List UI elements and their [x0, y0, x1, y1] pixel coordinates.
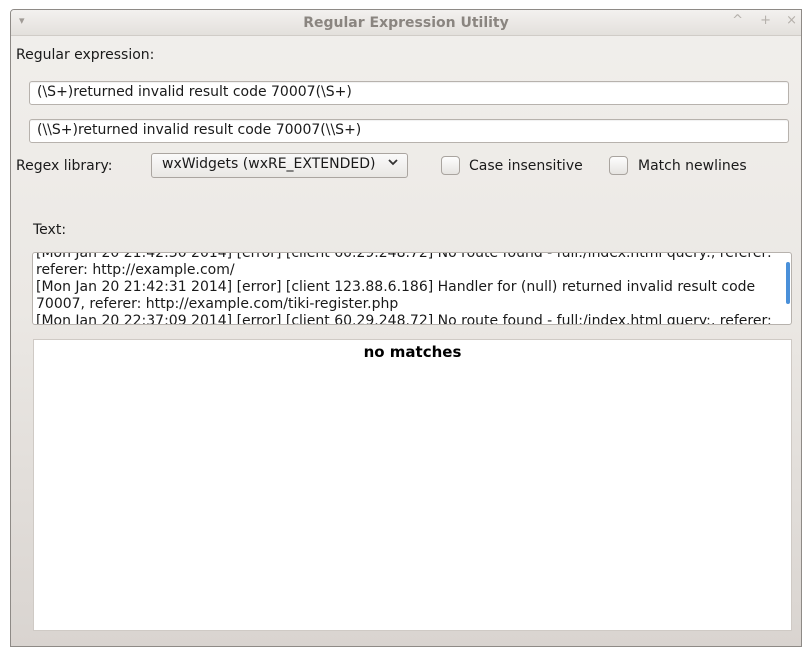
chevron-down-icon [387, 156, 399, 171]
text-line: [Mon Jan 20 22:37:09 2014] [error] [clie… [36, 313, 772, 325]
text-line: 70007, referer: http://example.com/tiki-… [36, 296, 399, 312]
text-line: [Mon Jan 20 21:42:30 2014] [error] [clie… [36, 252, 772, 261]
regex-label: Regular expression: [16, 47, 155, 63]
text-content: [Mon Jan 20 21:42:30 2014] [error] [clie… [36, 252, 779, 325]
regex-library-select[interactable]: wxWidgets (wxRE_EXTENDED) [151, 153, 408, 178]
case-insensitive-checkbox[interactable] [441, 156, 460, 175]
maximize-icon[interactable]: + [760, 13, 771, 28]
match-newlines-label: Match newlines [638, 158, 747, 174]
title-bar: ▾ Regular Expression Utility ^ + × [11, 10, 801, 36]
text-input-area[interactable]: [Mon Jan 20 21:42:30 2014] [error] [clie… [32, 252, 792, 325]
close-icon[interactable]: × [786, 13, 797, 28]
case-insensitive-label: Case insensitive [469, 158, 583, 174]
regex-library-label: Regex library: [16, 158, 113, 174]
regex-escaped-field[interactable]: (\\S+)returned invalid result code 70007… [29, 119, 789, 143]
match-newlines-checkbox[interactable] [609, 156, 628, 175]
window-title: Regular Expression Utility [303, 15, 509, 31]
text-label: Text: [33, 222, 67, 238]
text-line: referer: http://example.com/ [36, 262, 235, 278]
results-message: no matches [363, 343, 462, 361]
main-window: ▾ Regular Expression Utility ^ + × Regul… [10, 9, 802, 647]
regex-input[interactable]: (\S+)returned invalid result code 70007(… [29, 81, 789, 105]
results-panel: no matches [33, 339, 792, 631]
text-scrollbar[interactable] [786, 262, 790, 304]
regex-library-value: wxWidgets (wxRE_EXTENDED) [162, 156, 376, 172]
minimize-icon[interactable]: ^ [732, 13, 743, 28]
text-line: [Mon Jan 20 21:42:31 2014] [error] [clie… [36, 279, 756, 295]
